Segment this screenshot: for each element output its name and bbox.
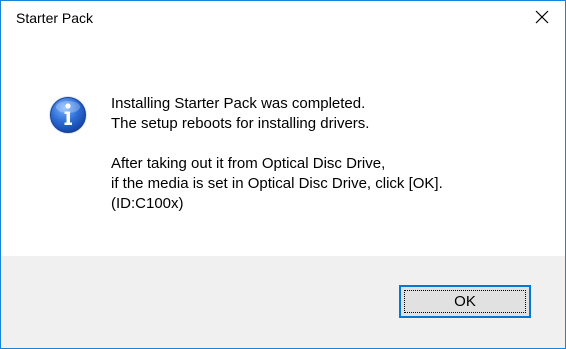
close-icon — [535, 10, 549, 24]
message-dialog: Starter Pack Installing Starter Pack was… — [0, 0, 566, 349]
close-button[interactable] — [519, 1, 565, 33]
button-bar: OK — [1, 256, 565, 348]
dialog-content: Installing Starter Pack was completed. T… — [1, 33, 565, 256]
message-line — [111, 134, 443, 154]
message-line: Installing Starter Pack was completed. — [111, 95, 366, 112]
message-line: After taking out it from Optical Disc Dr… — [111, 155, 386, 172]
message-text: Installing Starter Pack was completed. T… — [111, 94, 443, 214]
ok-button[interactable]: OK — [399, 285, 531, 318]
window-title: Starter Pack — [16, 10, 94, 26]
message-line: (ID:C100x) — [111, 195, 184, 212]
ok-button-label: OK — [454, 293, 476, 310]
message-line: if the media is set in Optical Disc Driv… — [111, 175, 443, 192]
title-bar[interactable]: Starter Pack — [1, 1, 565, 33]
information-icon — [48, 95, 88, 135]
message-line: The setup reboots for installing drivers… — [111, 115, 370, 132]
